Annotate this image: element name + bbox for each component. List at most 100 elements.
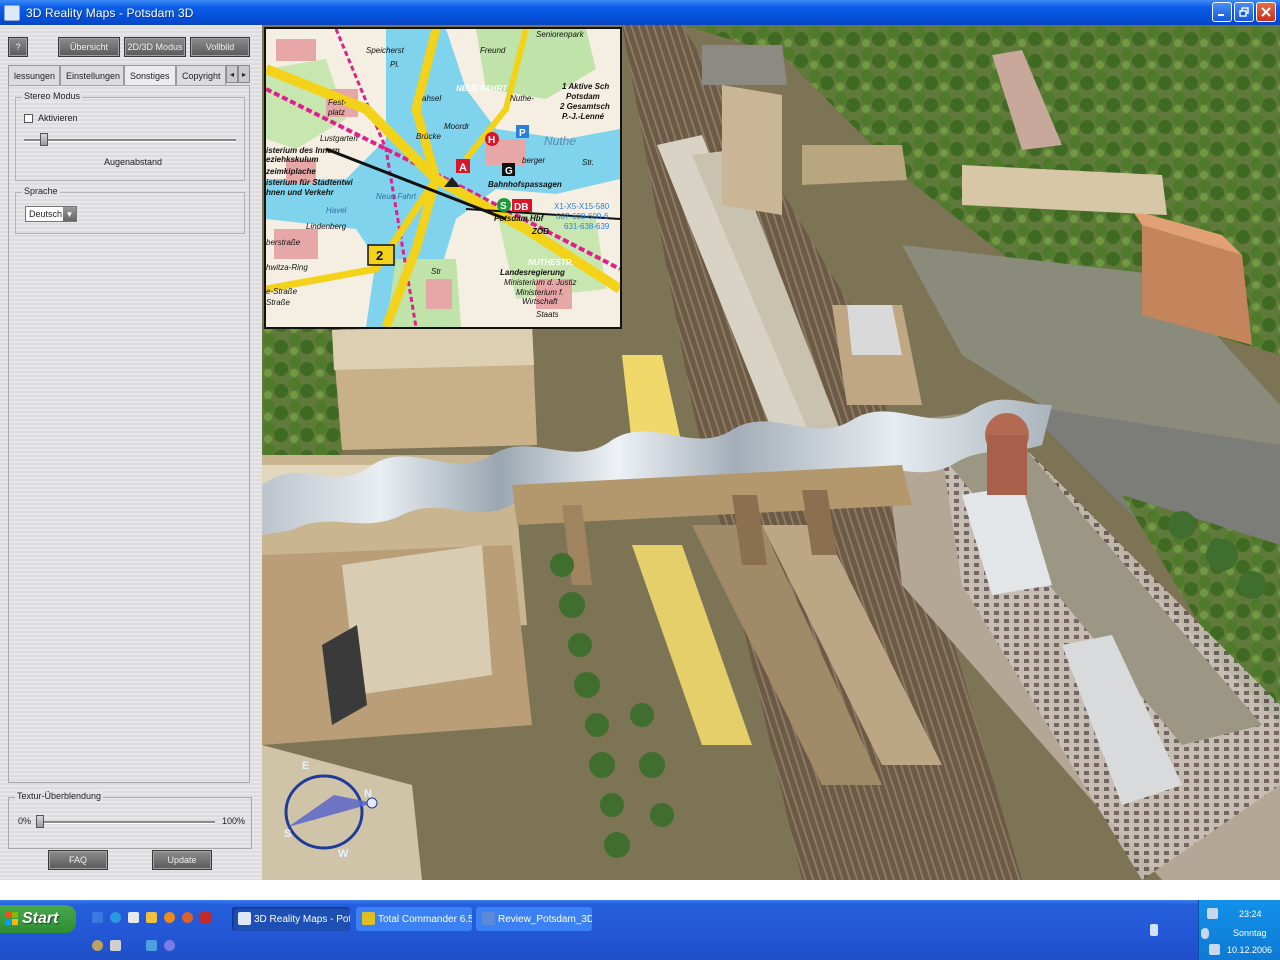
restore-icon (1239, 7, 1249, 17)
task-total-commander[interactable]: Total Commander 6.5 ... (356, 907, 472, 931)
close-button[interactable] (1256, 2, 1276, 22)
map-label: ahsel (422, 94, 441, 103)
3d-map-view[interactable]: A DB S G P H 2 Freund Seniorenpark 1 Akt… (262, 25, 1280, 880)
tab-misc[interactable]: Sonstiges (124, 65, 176, 85)
faq-button[interactable]: FAQ (48, 850, 108, 870)
map-label: eziehkskulum (266, 155, 318, 164)
close-icon (1261, 7, 1271, 17)
control-panel: ? Übersicht 2D/3D Modus Vollbild lessung… (0, 25, 262, 880)
map-label: 1 Aktive Sch (562, 82, 609, 91)
messenger-icon[interactable] (164, 940, 175, 951)
map-label: isterium für Stadtentwi (266, 178, 353, 187)
map-label: berstraße (266, 238, 301, 247)
overview-button[interactable]: Übersicht (58, 37, 120, 57)
minimize-button[interactable] (1212, 2, 1232, 22)
browser-icon[interactable] (110, 912, 121, 923)
start-button[interactable]: Start (0, 905, 76, 933)
2d-3d-mode-button[interactable]: 2D/3D Modus (124, 37, 186, 57)
texture-max-label: 100% (222, 816, 246, 826)
map-label: Str. (582, 158, 594, 167)
map-label: Freund (480, 46, 506, 55)
fullscreen-button[interactable]: Vollbild (190, 37, 250, 57)
folder-icon[interactable] (146, 912, 157, 923)
app-shortcut-icon[interactable] (200, 912, 211, 923)
map-label: Potsdam Hbf (494, 214, 545, 223)
start-label: Start (22, 910, 59, 927)
map-label: Wirtschaft (522, 297, 558, 306)
map-label: Nuthe- (510, 94, 534, 103)
map-label: Straße (266, 298, 291, 307)
stereo-mode-legend: Stereo Modus (22, 91, 83, 101)
help-button[interactable]: ? (8, 37, 28, 57)
tab-content: Stereo Modus Aktivieren Augenabstand Spr… (8, 85, 250, 783)
map-label: Staats (536, 310, 559, 319)
tray-network-icon[interactable] (1150, 924, 1158, 936)
map-label: zeimkiplache (266, 167, 316, 176)
map-label: berger (522, 156, 545, 165)
restore-button[interactable] (1234, 2, 1254, 22)
tray-pen-icon[interactable] (1207, 908, 1218, 919)
task-label: Review_Potsdam_3D ... (498, 913, 592, 925)
map-label: Nuthe (544, 134, 576, 148)
compass-s-label: S (284, 828, 291, 840)
map-label: 631-638-639 (564, 222, 610, 231)
badge-a: A (459, 162, 467, 174)
tab-scroll-right-icon[interactable]: ▸ (238, 65, 250, 83)
map-label: Str (431, 267, 442, 276)
route-number: 2 (376, 248, 383, 263)
desktop-icon[interactable] (92, 912, 103, 923)
eye-distance-track[interactable] (24, 139, 236, 142)
map-label: hnen und Verkehr (266, 188, 335, 197)
tab-scroll-left-icon[interactable]: ◂ (226, 65, 238, 83)
map-label: platz (327, 108, 345, 117)
texture-blend-slider[interactable] (36, 815, 44, 828)
compass-w-label: W (338, 848, 349, 860)
task-3d-reality-maps[interactable]: 3D Reality Maps - Pot... (232, 907, 350, 931)
notepad-icon[interactable] (128, 912, 139, 923)
network-shortcut-icon[interactable] (146, 940, 157, 951)
street-map-inset[interactable]: A DB S G P H 2 Freund Seniorenpark 1 Akt… (264, 27, 622, 329)
tab-strip: lessungen Einstellungen Sonstiges Copyri… (8, 65, 252, 85)
language-select[interactable]: Deutsch ▼ (25, 206, 77, 222)
map-label: NEUE FAHRT (456, 84, 508, 93)
tray-shortcut-icon[interactable] (92, 940, 103, 951)
tab-settings[interactable]: Einstellungen (60, 65, 124, 85)
tray-arrow-icon[interactable] (1201, 928, 1209, 939)
chevron-down-icon: ▼ (63, 207, 76, 221)
clock-date: 10.12.2006 (1227, 945, 1273, 955)
settings-shortcut-icon[interactable] (110, 940, 121, 951)
task-review-document[interactable]: Review_Potsdam_3D ... (476, 907, 592, 931)
minimize-icon (1218, 14, 1224, 16)
stereo-activate-checkbox[interactable] (24, 114, 33, 123)
tray-volume-icon[interactable] (1209, 944, 1220, 955)
map-label: Landesregierung (500, 268, 565, 277)
map-label: ZOB (531, 227, 549, 236)
street-map-graphic: A DB S G P H 2 Freund Seniorenpark 1 Akt… (266, 29, 620, 327)
app-icon (4, 4, 20, 21)
window-title: 3D Reality Maps - Potsdam 3D (26, 5, 194, 20)
badge-h: H (488, 135, 495, 146)
tab-scroll: ◂ ▸ (226, 65, 250, 85)
map-label: Lustgarten (320, 134, 358, 143)
window-bottom-gap (0, 880, 1280, 900)
map-label: X1-X5-X15-580 (554, 202, 610, 211)
map-label: Ministerium d. Justiz (504, 278, 576, 287)
texture-blend-track[interactable] (37, 821, 215, 824)
map-label: Brücke (416, 132, 441, 141)
media-icon[interactable] (182, 912, 193, 923)
eye-distance-label: Augenabstand (104, 157, 163, 167)
stereo-activate-label: Aktivieren (38, 113, 78, 123)
map-label: Neue Fahrt (376, 192, 417, 201)
clock-day: Sonntag (1233, 928, 1267, 938)
window-title-bar[interactable]: 3D Reality Maps - Potsdam 3D (0, 0, 1280, 25)
compass-icon[interactable]: E N S W (274, 755, 384, 865)
update-button[interactable]: Update (152, 850, 212, 870)
task-label: 3D Reality Maps - Pot... (254, 913, 350, 925)
firefox-icon[interactable] (164, 912, 175, 923)
system-tray: 23:24 Sonntag 10.12.2006 (1198, 900, 1280, 960)
eye-distance-slider[interactable] (40, 133, 48, 146)
map-label: Speicherst (366, 46, 405, 55)
tab-measurements[interactable]: lessungen (8, 65, 60, 85)
compass-n-label: N (364, 788, 372, 800)
tab-copyright[interactable]: Copyright (176, 65, 226, 85)
